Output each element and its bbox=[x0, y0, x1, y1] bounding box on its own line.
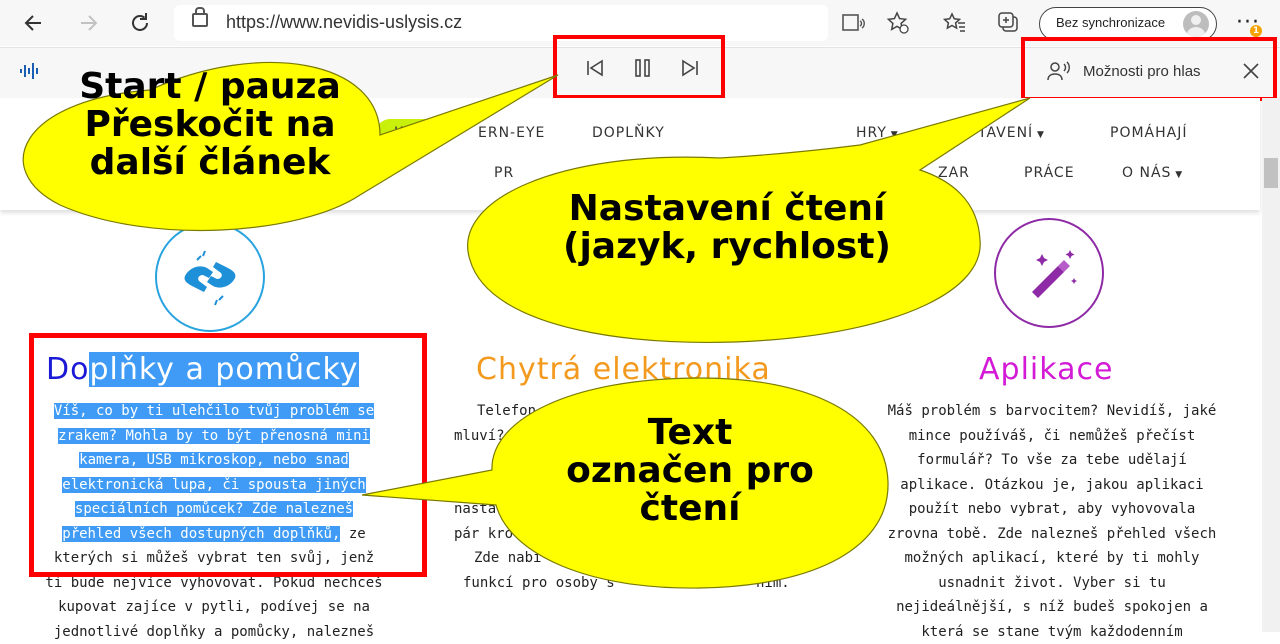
callout-line: Start / pauza bbox=[60, 68, 360, 106]
callout-line: (jazyk, rychlost) bbox=[532, 228, 922, 266]
callout-line: další článek bbox=[60, 144, 360, 182]
callout-bottom-text: Text označen pro čtení bbox=[545, 414, 835, 527]
callout-line: označen pro bbox=[545, 452, 835, 490]
callout-line: čtení bbox=[545, 490, 835, 528]
callout-line: Přeskočit na bbox=[60, 106, 360, 144]
callout-middle-text: Nastavení čtení (jazyk, rychlost) bbox=[532, 190, 922, 266]
callout-line: Nastavení čtení bbox=[532, 190, 922, 228]
callout-left-text: Start / pauza Přeskočit na další článek bbox=[60, 68, 360, 181]
callout-line: Text bbox=[545, 414, 835, 452]
